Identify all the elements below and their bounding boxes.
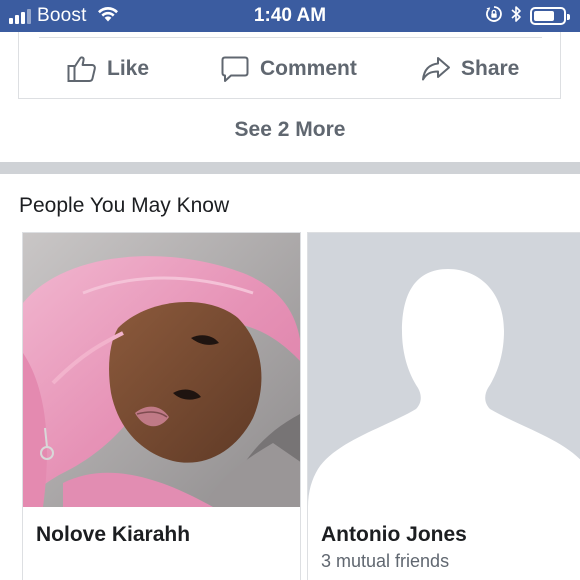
status-right [485,5,570,28]
person-name[interactable]: Nolove Kiarahh [36,523,190,547]
facebook-feed-screen: Boost 1:40 AM Like Comment Share See 2 M… [0,0,580,580]
like-label: Like [107,57,150,80]
battery-level [534,11,554,21]
default-avatar-silhouette[interactable] [308,233,580,507]
mutual-friends-count: 3 mutual friends [321,551,450,571]
person-card-antonio-jones[interactable]: Antonio Jones 3 mutual friends [307,232,580,580]
share-arrow-icon [421,55,451,83]
orientation-lock-icon [485,5,503,28]
thumbs-up-icon [67,55,97,83]
post-divider [39,37,542,38]
people-you-may-know-heading: People You May Know [19,194,230,217]
share-button[interactable]: Share [421,52,519,86]
bluetooth-icon [511,5,522,28]
like-button[interactable]: Like [67,52,149,86]
person-card-nolove-kiarahh[interactable]: Nolove Kiarahh [22,232,301,580]
status-bar: Boost 1:40 AM [0,0,580,32]
section-separator [0,162,580,174]
person-name[interactable]: Antonio Jones [321,523,467,547]
profile-photo[interactable] [23,233,300,507]
see-more-comments-link[interactable]: See 2 More [0,118,580,142]
share-label: Share [461,57,520,80]
battery-icon [530,7,570,25]
post-card: Like Comment Share [18,32,561,99]
comment-button[interactable]: Comment [220,52,357,86]
comment-label: Comment [260,57,357,80]
speech-bubble-icon [220,55,250,83]
